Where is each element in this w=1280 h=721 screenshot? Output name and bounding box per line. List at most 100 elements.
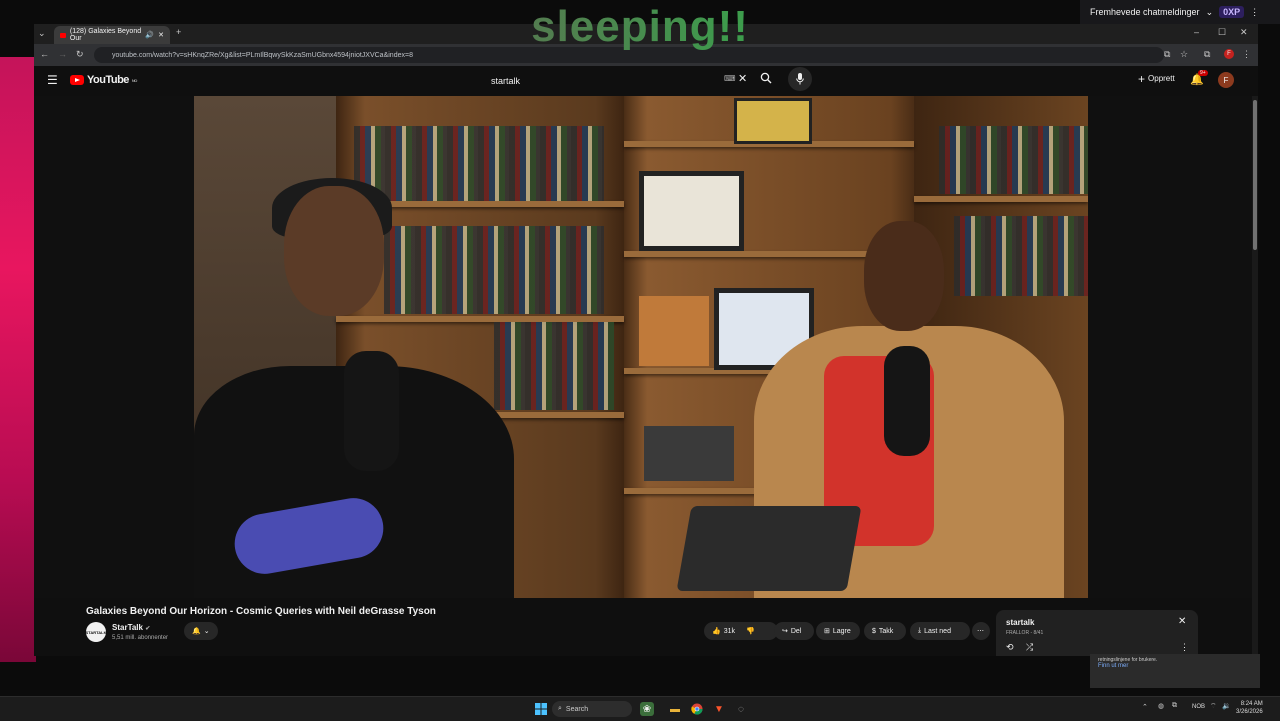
close-tab-icon[interactable]: ✕ [158, 31, 164, 39]
like-icon[interactable]: 👍 [712, 627, 721, 635]
tray-app-icon[interactable]: ⧉ [1172, 702, 1177, 710]
learn-more-link[interactable]: Finn ut mer [1098, 663, 1128, 669]
thanks-label: Takk [878, 627, 894, 635]
clock-date: 3/26/2026 [1236, 709, 1263, 715]
more-icon[interactable]: ⋮ [1250, 7, 1259, 18]
create-button[interactable]: + Opprett [1138, 73, 1175, 85]
search-icon: ⌕ [558, 705, 562, 712]
highlighted-chat-label: Fremhevede chatmeldinger [1090, 7, 1200, 17]
subscriber-count: 5,51 mill. abonnenter [112, 635, 169, 641]
like-dislike-group: 👍 31k 👎 [704, 622, 778, 640]
video-microphone-right [884, 346, 930, 456]
chevron-down-icon: ⌄ [1205, 6, 1214, 17]
scrollbar-thumb[interactable] [1253, 100, 1257, 250]
channel-name-text: StarTalk [112, 623, 143, 632]
video-frame[interactable] [194, 96, 1088, 598]
wifi-icon[interactable]: ⌔ [1210, 702, 1217, 711]
youtube-logo[interactable]: YouTube NO [70, 74, 137, 86]
keyboard-language[interactable]: NOB [1192, 704, 1205, 710]
dislike-icon[interactable]: 👎 [746, 627, 755, 635]
taskbar-search[interactable]: ⌕ Search [552, 701, 632, 717]
hamburger-menu-icon[interactable]: ☰ [47, 73, 58, 87]
create-label: Opprett [1148, 74, 1175, 83]
playlist-title[interactable]: startalk [1006, 618, 1034, 627]
file-explorer-icon[interactable]: ▬ [668, 702, 682, 716]
video-host-left-head [284, 186, 384, 316]
start-icon[interactable] [534, 702, 548, 716]
brave-icon[interactable]: ▼ [712, 702, 726, 716]
browser-window: ⌄ (128) Galaxies Beyond Our 🔊 ✕ + – ☐ ✕ … [34, 24, 1258, 656]
address-bar-row: ← → ↻ youtube.com/watch?v=sHKnqZRe/Xg&li… [34, 44, 1258, 66]
tray-chevron-icon[interactable]: ⌃ [1142, 703, 1148, 711]
loop-icon[interactable]: ⟲ [1006, 642, 1014, 653]
forward-icon[interactable]: → [58, 49, 67, 59]
browser-menu-icon[interactable]: ⋮ [1242, 49, 1251, 60]
youtube-header: ☰ YouTube NO startalk ⌨ ✕ + Opprett 🔔 9+… [34, 66, 1258, 96]
chrome-icon[interactable] [690, 702, 704, 716]
minimize-icon[interactable]: – [1194, 27, 1199, 37]
clear-search-icon[interactable]: ✕ [738, 72, 747, 85]
new-tab-icon[interactable]: + [176, 27, 181, 37]
share-button[interactable]: ↪ Del [774, 622, 814, 640]
close-window-icon[interactable]: ✕ [1240, 27, 1248, 38]
playlist-menu-icon[interactable]: ⋮ [1180, 642, 1189, 653]
maximize-icon[interactable]: ☐ [1218, 27, 1226, 38]
video-books [494, 322, 614, 410]
youtube-logo-text: YouTube [87, 74, 129, 86]
reload-icon[interactable]: ↻ [76, 49, 84, 60]
taskbar-clock[interactable]: 8:24 AM 3/26/2026 [1236, 700, 1263, 716]
youtube-favicon-icon [60, 32, 66, 38]
speaker-icon[interactable]: 🔊 [145, 31, 154, 39]
verified-icon: ✔ [145, 626, 151, 632]
stream-side-overlay [0, 57, 36, 662]
back-icon[interactable]: ← [40, 49, 49, 59]
volume-icon[interactable]: 🔉 [1222, 702, 1231, 710]
channel-avatar[interactable]: STARTALK [86, 622, 106, 642]
channel-name[interactable]: StarTalk ✔ [112, 623, 150, 632]
thanks-icon: $ [872, 627, 876, 635]
voice-search-button[interactable] [788, 67, 812, 91]
extensions-icon[interactable]: ⧉ [1204, 49, 1210, 60]
video-framed-certificate [639, 171, 744, 251]
url-field[interactable]: youtube.com/watch?v=sHKnqZRe/Xg&list=PLm… [94, 47, 1164, 63]
keyboard-icon[interactable]: ⌨ [724, 74, 736, 83]
tray-network-icon[interactable]: ◍ [1158, 702, 1164, 710]
save-button[interactable]: ⊞ Lagre [816, 622, 860, 640]
clock-time: 8:24 AM [1240, 701, 1263, 707]
more-actions-button[interactable]: ⋯ [972, 622, 990, 640]
share-icon: ↪ [782, 628, 788, 635]
video-framed-covers [734, 98, 812, 144]
close-playlist-icon[interactable]: ✕ [1178, 616, 1186, 627]
download-icon: ⤓ [918, 627, 922, 634]
app-icon[interactable]: ◌ [734, 702, 748, 716]
notification-popup: retningslinjene for brukere. Finn ut mer [1090, 654, 1260, 688]
notification-count-badge: 9+ [1198, 70, 1208, 76]
url-text: youtube.com/watch?v=sHKnqZRe/Xg&list=PLm… [112, 51, 413, 59]
shuffle-icon[interactable]: ⤮ [1026, 642, 1033, 653]
search-value: startalk [491, 76, 521, 86]
install-icon[interactable]: ⧉ [1164, 49, 1170, 60]
like-count[interactable]: 31k [724, 628, 735, 635]
subscription-bell-button[interactable]: 🔔 ⌄ [184, 622, 218, 640]
video-books [354, 126, 604, 201]
highlighted-chat-bar[interactable]: Fremhevede chatmeldinger ⌄ 0XP ⋮ [1080, 0, 1280, 24]
video-info: Galaxies Beyond Our Horizon - Cosmic Que… [34, 598, 994, 656]
bookmark-star-icon[interactable]: ☆ [1180, 49, 1188, 60]
video-player[interactable]: ⍋ [34, 96, 1258, 598]
account-avatar[interactable]: F [1218, 72, 1234, 88]
download-button[interactable]: ⤓ Last ned [910, 622, 970, 640]
thanks-button[interactable]: $ Takk [864, 622, 906, 640]
save-icon: ⊞ [824, 628, 830, 635]
logo-region: NO [131, 77, 138, 83]
widgets-icon[interactable]: ❀ [640, 702, 654, 716]
download-label: Last ned [924, 627, 951, 635]
search-icon[interactable] [760, 72, 772, 84]
taskbar: ⌕ Search ❀ ▬ ▼ ◌ ⌃ ◍ ⧉ NOB ⌔ 🔉 8:24 AM 3… [0, 696, 1280, 721]
video-book-display [644, 426, 734, 481]
tab-search-icon[interactable]: ⌄ [38, 28, 46, 39]
search-input[interactable]: startalk [482, 70, 754, 92]
browser-tab-active[interactable]: (128) Galaxies Beyond Our 🔊 ✕ [54, 26, 170, 44]
playlist-panel[interactable]: startalk FRALLOR - 8/41 ✕ ⟲ ⤮ ⋮ [996, 610, 1198, 656]
video-books [384, 226, 604, 314]
profile-avatar[interactable]: F [1224, 49, 1234, 59]
